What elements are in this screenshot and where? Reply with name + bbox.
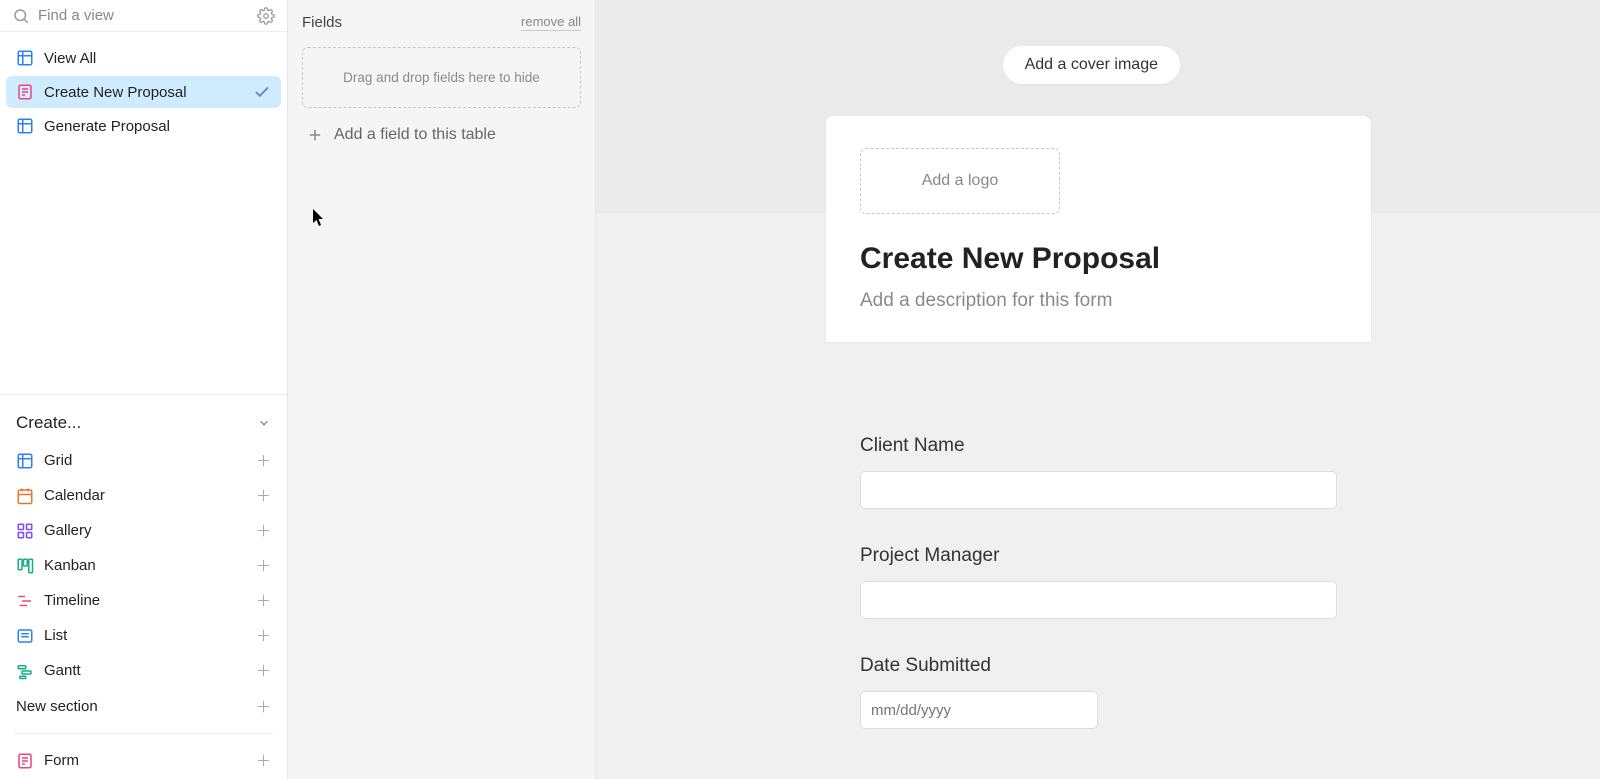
plus-icon: ＋ (256, 450, 271, 471)
field-project-manager: Project Manager (860, 545, 1337, 619)
fields-title: Fields (302, 14, 342, 31)
chevron-down-icon (257, 416, 271, 430)
gantt-icon (16, 662, 34, 680)
form-icon (16, 752, 34, 770)
create-item-label: Calendar (44, 487, 105, 504)
views-list: View All Create New Proposal Generate Pr… (0, 32, 287, 144)
create-item-label: List (44, 627, 67, 644)
form-description[interactable]: Add a description for this form (860, 290, 1337, 312)
create-item-timeline[interactable]: Timeline ＋ (4, 583, 283, 618)
plus-icon (306, 126, 324, 144)
view-item-label: Create New Proposal (44, 84, 187, 101)
plus-icon: ＋ (256, 590, 271, 611)
view-item-create-new-proposal[interactable]: Create New Proposal (6, 76, 281, 108)
create-list: Grid ＋ Calendar ＋ Gallery ＋ Kanban ＋ Tim (4, 443, 283, 779)
gallery-icon (16, 522, 34, 540)
create-item-grid[interactable]: Grid ＋ (4, 443, 283, 478)
create-item-label: Grid (44, 452, 72, 469)
plus-icon: ＋ (256, 485, 271, 506)
view-item-label: View All (44, 50, 96, 67)
create-item-label: Gantt (44, 662, 81, 679)
remove-all-button[interactable]: remove all (521, 14, 581, 31)
list-icon (16, 627, 34, 645)
date-submitted-input[interactable] (860, 691, 1098, 729)
add-logo-button[interactable]: Add a logo (860, 148, 1060, 214)
grid-icon (16, 49, 34, 67)
field-date-submitted: Date Submitted (860, 655, 1337, 729)
create-item-label: Gallery (44, 522, 92, 539)
grid-icon (16, 117, 34, 135)
plus-icon: ＋ (256, 696, 271, 717)
view-item-label: Generate Proposal (44, 118, 170, 135)
search-input[interactable] (38, 7, 257, 24)
create-item-label: Kanban (44, 557, 96, 574)
client-name-input[interactable] (860, 471, 1337, 509)
kanban-icon (16, 557, 34, 575)
new-section-button[interactable]: New section ＋ (4, 688, 283, 725)
create-header-label: Create... (16, 413, 81, 433)
form-item-label: Form (44, 752, 79, 769)
grid-icon (16, 452, 34, 470)
field-client-name: Client Name (860, 435, 1337, 509)
plus-icon: ＋ (256, 625, 271, 646)
create-item-gantt[interactable]: Gantt ＋ (4, 653, 283, 688)
left-sidebar: View All Create New Proposal Generate Pr… (0, 0, 288, 779)
field-label: Date Submitted (860, 655, 1337, 677)
add-cover-button[interactable]: Add a cover image (1003, 46, 1180, 84)
cursor-icon (313, 209, 325, 227)
plus-icon: ＋ (256, 520, 271, 541)
calendar-icon (16, 487, 34, 505)
timeline-icon (16, 592, 34, 610)
form-icon (16, 83, 34, 101)
plus-icon: ＋ (256, 750, 271, 771)
gear-icon[interactable] (257, 7, 275, 25)
add-field-button[interactable]: Add a field to this table (302, 124, 581, 146)
fields-dropzone[interactable]: Drag and drop fields here to hide (302, 47, 581, 108)
create-item-kanban[interactable]: Kanban ＋ (4, 548, 283, 583)
create-item-list[interactable]: List ＋ (4, 618, 283, 653)
form-canvas: Add a cover image Add a logo Create New … (596, 0, 1600, 779)
add-field-label: Add a field to this table (334, 126, 496, 144)
project-manager-input[interactable] (860, 581, 1337, 619)
divider (14, 733, 273, 734)
search-icon (12, 7, 30, 25)
fields-header: Fields remove all (302, 14, 581, 31)
field-label: Client Name (860, 435, 1337, 457)
form-header-card: Add a logo Create New Proposal Add a des… (826, 116, 1371, 342)
field-label: Project Manager (860, 545, 1337, 567)
create-item-form[interactable]: Form ＋ (4, 742, 283, 779)
new-section-label: New section (16, 698, 98, 715)
create-item-label: Timeline (44, 592, 100, 609)
plus-icon: ＋ (256, 555, 271, 576)
view-item-view-all[interactable]: View All (6, 42, 281, 74)
fields-panel: Fields remove all Drag and drop fields h… (288, 0, 596, 779)
plus-icon: ＋ (256, 660, 271, 681)
create-item-gallery[interactable]: Gallery ＋ (4, 513, 283, 548)
create-item-calendar[interactable]: Calendar ＋ (4, 478, 283, 513)
form-fields-area: Client Name Project Manager Date Submitt… (826, 405, 1371, 779)
check-icon (253, 83, 271, 101)
create-section: Create... Grid ＋ Calendar ＋ Gallery ＋ (0, 394, 287, 779)
view-search-row (0, 0, 287, 32)
form-title[interactable]: Create New Proposal (860, 242, 1337, 276)
create-header[interactable]: Create... (4, 407, 283, 443)
view-item-generate-proposal[interactable]: Generate Proposal (6, 110, 281, 142)
